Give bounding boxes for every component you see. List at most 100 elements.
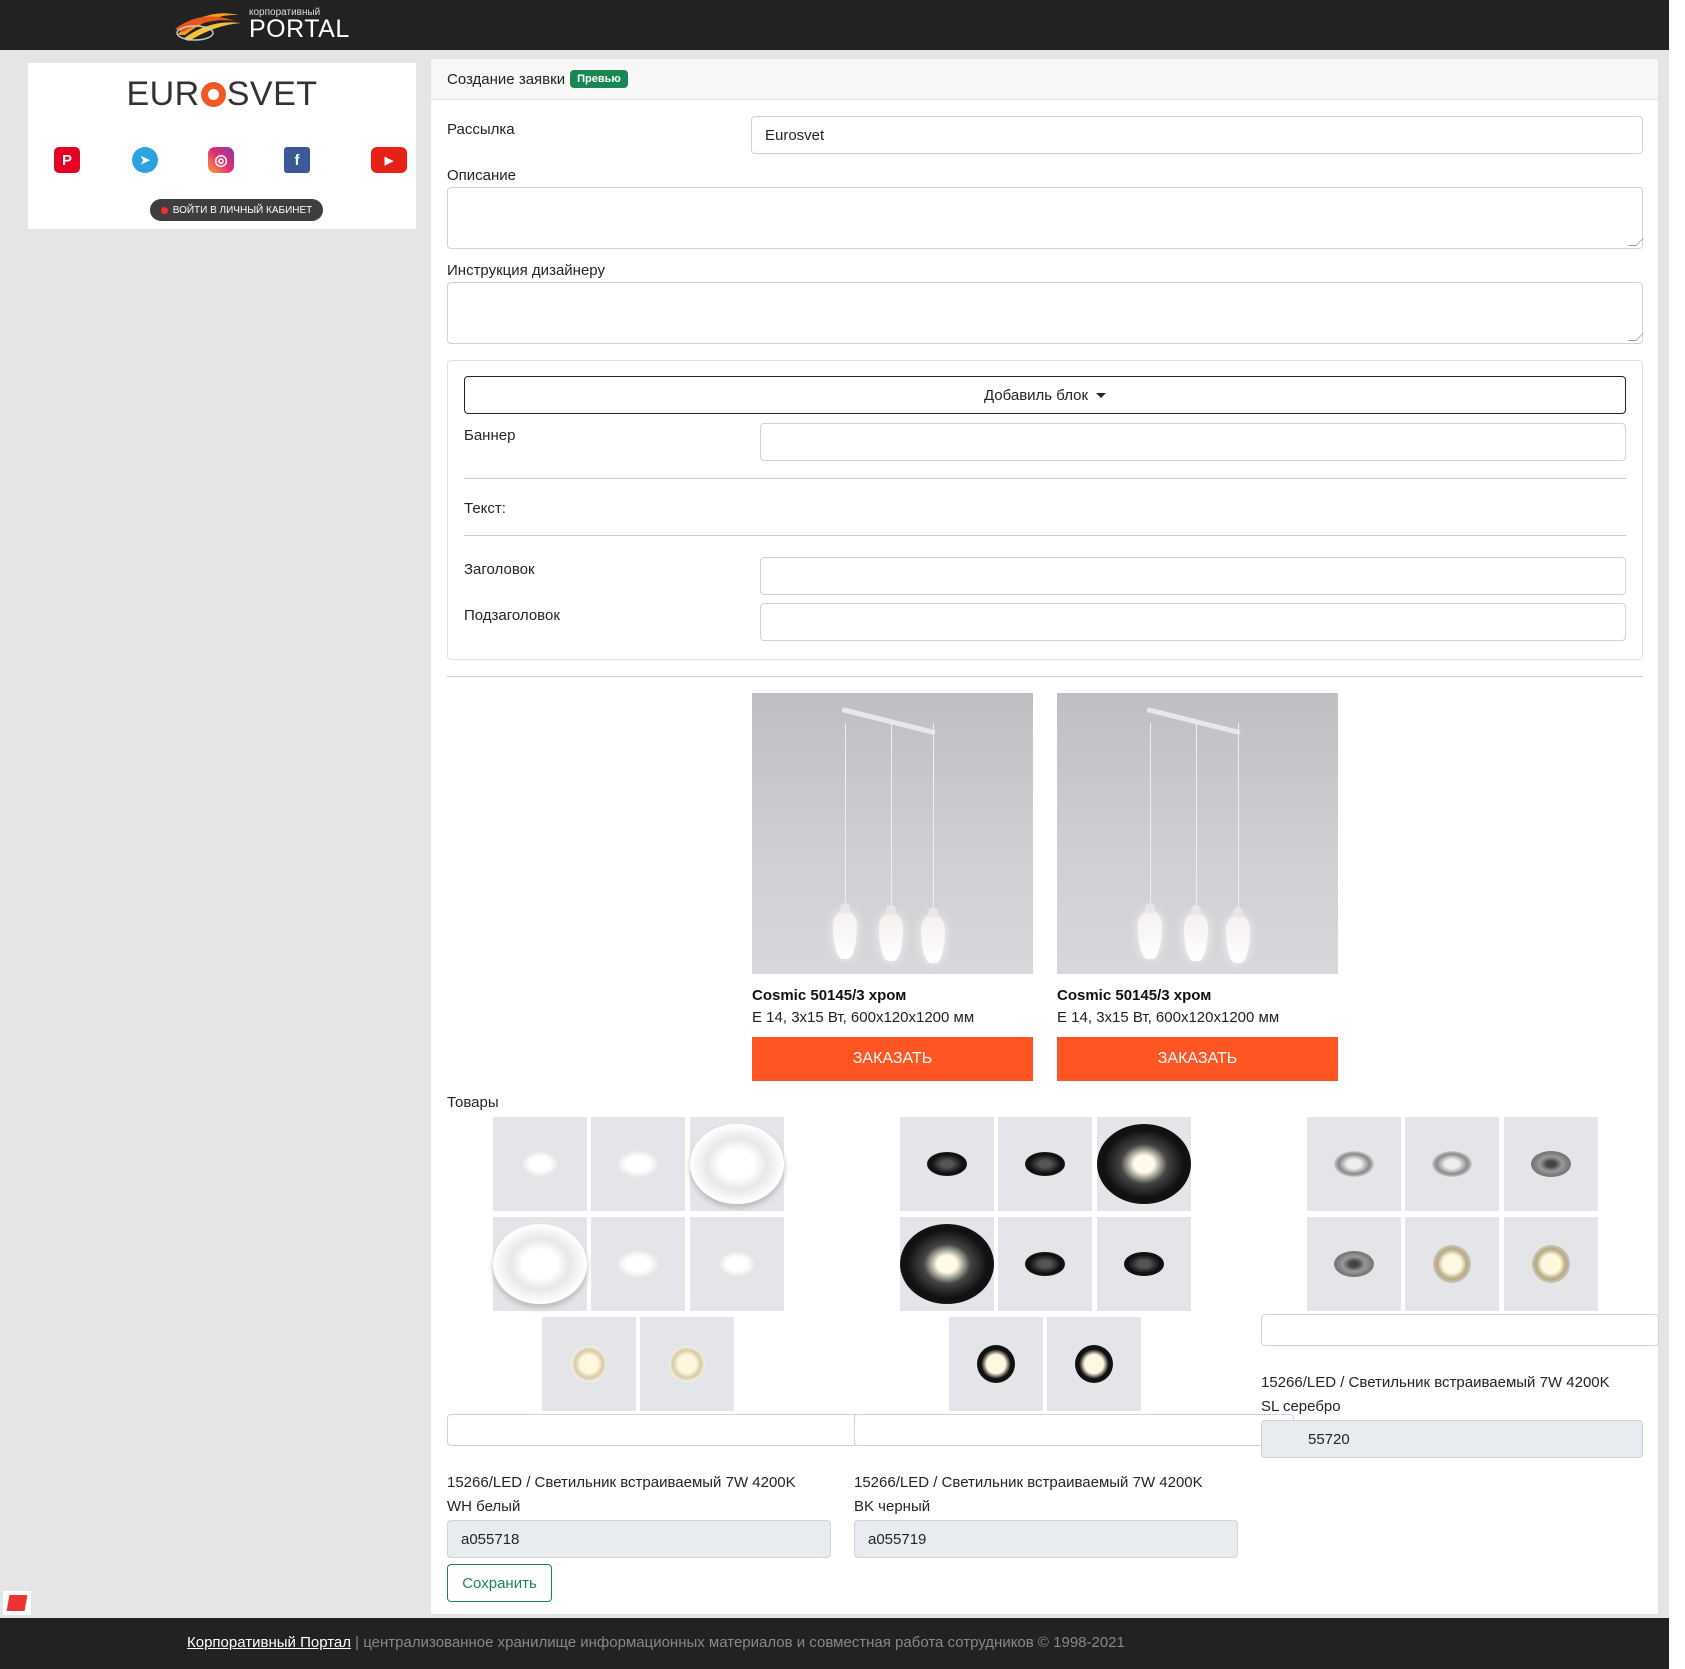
goods-thumbnail[interactable] <box>591 1217 685 1311</box>
goods-code: a055718 <box>461 1530 520 1548</box>
goods-thumbnail[interactable] <box>690 1217 784 1311</box>
mailing-value: Eurosvet <box>765 126 825 144</box>
goods-thumbnail[interactable] <box>493 1217 587 1311</box>
eurosvet-logo[interactable]: EUR SVET <box>28 75 416 114</box>
top-navbar: корпоративный PORTAL <box>0 0 1669 50</box>
goods-thumbnail[interactable] <box>1097 1217 1191 1311</box>
goods-title-line: WH белый <box>447 1498 521 1515</box>
pinterest-icon[interactable]: P <box>54 147 80 173</box>
goods-label: Товары <box>447 1094 499 1111</box>
widget-icon[interactable] <box>3 1591 31 1615</box>
footer-separator: | <box>351 1634 364 1651</box>
login-cabinet-label: ВОЙТИ В ЛИЧНЫЙ КАБИНЕТ <box>172 204 313 216</box>
brand-name-start: EUR <box>126 75 200 113</box>
caret-down-icon <box>1096 392 1107 398</box>
goods-title: 15266/LED / Светильник встраиваемый 7W 4… <box>447 1471 831 1519</box>
goods-thumbnail[interactable] <box>998 1217 1092 1311</box>
red-dot-icon <box>160 206 168 214</box>
goods-thumbnail[interactable] <box>1307 1117 1401 1211</box>
product-card: Cosmic 50145/3 хром E 14, 3x15 Вт, 600x1… <box>1057 693 1338 1081</box>
goods-thumbnail[interactable] <box>591 1117 685 1211</box>
goods-thumbnail[interactable] <box>542 1317 636 1411</box>
goods-search-input[interactable] <box>854 1414 1294 1446</box>
card-header: Создание заявки Превью <box>431 59 1658 100</box>
preview-badge[interactable]: Превью <box>570 70 628 88</box>
goods-thumbnail[interactable] <box>1307 1217 1401 1311</box>
footer: Корпоративный Портал | централизованное … <box>0 1618 1669 1669</box>
order-button[interactable]: ЗАКАЗАТЬ <box>1057 1037 1338 1081</box>
order-button[interactable]: ЗАКАЗАТЬ <box>752 1037 1033 1081</box>
page-title: Создание заявки <box>447 70 566 88</box>
goods-code-field[interactable]: 55720 <box>1261 1420 1643 1458</box>
telegram-icon[interactable]: ➤ <box>132 147 158 173</box>
logo-title: PORTAL <box>249 15 350 43</box>
subheading-input[interactable] <box>760 603 1626 641</box>
sidebar: EUR SVET P ➤ ◎ f ▶ ВОЙТИ В ЛИЧНЫЙ КАБИНЕ… <box>0 58 416 1615</box>
goods-title-line: BK черный <box>854 1498 931 1515</box>
footer-portal-link[interactable]: Корпоративный Портал <box>187 1634 351 1651</box>
divider <box>464 535 1626 536</box>
goods-thumbnail[interactable] <box>998 1117 1092 1211</box>
goods-search-input[interactable] <box>1261 1314 1659 1346</box>
description-textarea[interactable] <box>447 187 1643 249</box>
goods-thumbnail[interactable] <box>900 1117 994 1211</box>
product-image[interactable] <box>752 693 1033 974</box>
goods-code-field[interactable]: a055719 <box>854 1520 1238 1558</box>
goods-thumbnail[interactable] <box>900 1217 994 1311</box>
product-spec: E 14, 3x15 Вт, 600x120x1200 мм <box>752 1009 975 1026</box>
goods-thumbnail[interactable] <box>1504 1117 1598 1211</box>
goods-title-line: 15266/LED / Светильник встраиваемый 7W 4… <box>447 1474 796 1491</box>
product-name: Cosmic 50145/3 хром <box>1057 987 1212 1004</box>
product-name: Cosmic 50145/3 хром <box>752 987 907 1004</box>
goods-code: a055719 <box>868 1530 927 1548</box>
goods-thumbnail[interactable] <box>1097 1117 1191 1211</box>
save-button[interactable]: Сохранить <box>447 1564 552 1602</box>
product-spec: E 14, 3x15 Вт, 600x120x1200 мм <box>1057 1009 1280 1026</box>
login-cabinet-button[interactable]: ВОЙТИ В ЛИЧНЫЙ КАБИНЕТ <box>150 199 323 221</box>
mailing-select[interactable]: Eurosvet <box>751 116 1643 154</box>
page-right-edge <box>1669 0 1685 1669</box>
product-card: Cosmic 50145/3 хром E 14, 3x15 Вт, 600x1… <box>752 693 1033 1081</box>
goods-thumbnail[interactable] <box>949 1317 1043 1411</box>
goods-thumbnail[interactable] <box>1405 1217 1499 1311</box>
blocks-panel: Добавиль блок Баннер Текст: Заголовок По… <box>447 360 1643 660</box>
youtube-icon[interactable]: ▶ <box>371 147 407 173</box>
footer-text: Корпоративный Портал | централизованное … <box>187 1634 1125 1651</box>
goods-code-field[interactable]: a055718 <box>447 1520 831 1558</box>
text-section-label: Текст: <box>464 500 506 517</box>
goods-title: 15266/LED / Светильник встраиваемый 7W 4… <box>854 1471 1238 1519</box>
footer-description: централизованное хранилище информационны… <box>363 1634 1125 1651</box>
goods-title-line: 15266/LED / Светильник встраиваемый 7W 4… <box>1261 1374 1610 1391</box>
heading-label: Заголовок <box>464 561 535 578</box>
goods-title-line: 15266/LED / Светильник встраиваемый 7W 4… <box>854 1474 1203 1491</box>
divider <box>447 676 1643 677</box>
brand-o-icon <box>200 82 226 107</box>
designer-instruction-textarea[interactable] <box>447 282 1643 344</box>
brand-name-end: SVET <box>226 75 318 113</box>
banner-label: Баннер <box>464 427 516 444</box>
request-form-card: Создание заявки Превью Рассылка Eurosvet… <box>430 58 1659 1615</box>
goods-thumbnail[interactable] <box>640 1317 734 1411</box>
subheading-label: Подзаголовок <box>464 607 560 624</box>
brand-card: EUR SVET P ➤ ◎ f ▶ ВОЙТИ В ЛИЧНЫЙ КАБИНЕ… <box>28 63 416 229</box>
facebook-icon[interactable]: f <box>284 147 310 173</box>
add-block-dropdown[interactable]: Добавиль блок <box>464 376 1626 414</box>
instagram-icon[interactable]: ◎ <box>208 147 234 173</box>
goods-thumbnail[interactable] <box>493 1117 587 1211</box>
add-block-label: Добавиль блок <box>983 386 1089 404</box>
portal-logo[interactable]: корпоративный PORTAL <box>173 5 350 45</box>
mailing-label: Рассылка <box>447 121 515 138</box>
portal-logo-icon <box>175 13 241 41</box>
goods-thumbnail[interactable] <box>690 1117 784 1211</box>
banner-input[interactable] <box>760 423 1626 461</box>
goods-title: 15266/LED / Светильник встраиваемый 7W 4… <box>1261 1371 1645 1419</box>
goods-thumbnail[interactable] <box>1047 1317 1141 1411</box>
product-image[interactable] <box>1057 693 1338 974</box>
goods-thumbnail[interactable] <box>1405 1117 1499 1211</box>
social-links: P ➤ ◎ f ▶ <box>28 147 416 177</box>
goods-thumbnail[interactable] <box>1504 1217 1598 1311</box>
goods-code: 55720 <box>1308 1430 1350 1448</box>
designer-instruction-label: Инструкция дизайнеру <box>447 262 605 279</box>
heading-input[interactable] <box>760 557 1626 595</box>
goods-search-input[interactable] <box>447 1414 887 1446</box>
